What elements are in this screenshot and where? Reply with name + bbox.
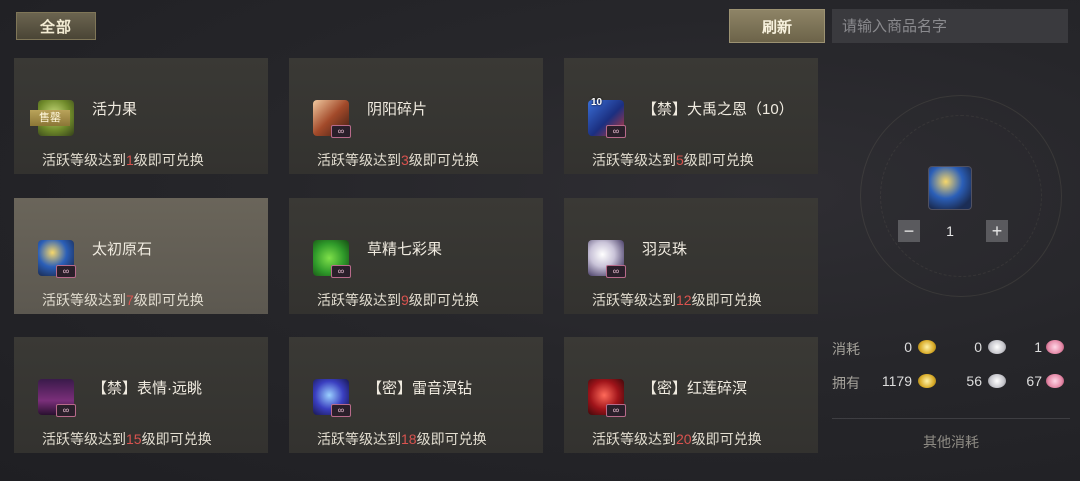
cost-gold-value: 0	[904, 339, 912, 355]
item-name: 羽灵珠	[642, 241, 688, 258]
item-card-taichu[interactable]: ∞ 太初原石 活跃等级达到7级即可兑换	[14, 198, 268, 314]
gold-coin-icon	[918, 374, 936, 388]
other-cost-label[interactable]: 其他消耗	[832, 432, 1070, 452]
item-card-dayu[interactable]: 10 ∞ 【禁】大禹之恩（10） 活跃等级达到5级即可兑换	[564, 58, 818, 174]
item-card-leiyin[interactable]: ∞ 【密】雷音溟钻 活跃等级达到18级即可兑换	[289, 337, 543, 453]
item-requirement: 活跃等级达到7级即可兑换	[42, 292, 204, 308]
quantity-value[interactable]: 1	[926, 220, 974, 242]
item-requirement: 活跃等级达到9级即可兑换	[317, 292, 479, 308]
required-level: 12	[676, 292, 692, 308]
owned-silver-value: 56	[966, 373, 982, 389]
required-level: 7	[126, 292, 134, 308]
item-requirement: 活跃等级达到5级即可兑换	[592, 152, 754, 168]
item-card-emote[interactable]: ∞ 【禁】表情·远眺 活跃等级达到15级即可兑换	[14, 337, 268, 453]
owned-gold-value: 1179	[881, 373, 912, 389]
item-quantity: 10	[591, 97, 603, 108]
cost-pink-value: 1	[1034, 339, 1042, 355]
item-card-yuling[interactable]: ∞ 羽灵珠 活跃等级达到12级即可兑换	[564, 198, 818, 314]
pearl-icon: ∞	[588, 240, 626, 278]
thunder-gem-icon: ∞	[313, 379, 351, 417]
pink-coin-icon	[1046, 340, 1064, 354]
item-requirement: 活跃等级达到12级即可兑换	[592, 292, 762, 308]
rainbow-fruit-icon: ∞	[313, 240, 351, 278]
item-name: 活力果	[92, 101, 138, 118]
tab-all[interactable]: 全部	[16, 12, 96, 40]
infinite-badge: ∞	[606, 125, 626, 138]
selected-item-preview-icon	[928, 166, 972, 210]
pink-coin-icon	[1046, 374, 1064, 388]
required-level: 3	[401, 152, 409, 168]
item-card-honglian[interactable]: ∞ 【密】红莲碎溟 活跃等级达到20级即可兑换	[564, 337, 818, 453]
infinite-badge: ∞	[331, 125, 351, 138]
item-requirement: 活跃等级达到18级即可兑换	[317, 431, 487, 447]
item-card-caojing[interactable]: ∞ 草精七彩果 活跃等级达到9级即可兑换	[289, 198, 543, 314]
item-requirement: 活跃等级达到20级即可兑换	[592, 431, 762, 447]
item-name: 草精七彩果	[367, 241, 443, 258]
item-requirement: 活跃等级达到15级即可兑换	[42, 431, 212, 447]
item-name: 【密】雷音溟钻	[367, 380, 473, 397]
item-name: 【禁】大禹之恩（10）	[642, 101, 794, 118]
required-level: 9	[401, 292, 409, 308]
emote-icon: ∞	[38, 379, 76, 417]
required-level: 15	[126, 431, 142, 447]
cost-row: 消耗 0 0 1	[832, 336, 1070, 360]
item-grid: 售罄 活力果 活跃等级达到1级即可兑换 ∞ 阴阳碎片 活跃等级达到3级即可兑换 …	[14, 58, 818, 458]
infinite-badge: ∞	[56, 265, 76, 278]
divider	[832, 418, 1070, 419]
owned-label: 拥有	[832, 375, 860, 391]
cost-silver-value: 0	[974, 339, 982, 355]
infinite-badge: ∞	[331, 404, 351, 417]
required-level: 18	[401, 431, 417, 447]
item-name: 【禁】表情·远眺	[92, 380, 202, 397]
item-requirement: 活跃等级达到3级即可兑换	[317, 152, 479, 168]
cost-label: 消耗	[832, 341, 860, 357]
shard-icon: ∞	[313, 100, 351, 138]
required-level: 1	[126, 152, 134, 168]
quantity-increase-button[interactable]: +	[986, 220, 1008, 242]
red-lotus-icon: ∞	[588, 379, 626, 417]
item-card-huoliguo[interactable]: 售罄 活力果 活跃等级达到1级即可兑换	[14, 58, 268, 174]
item-name: 太初原石	[92, 241, 153, 258]
required-level: 20	[676, 431, 692, 447]
item-requirement: 活跃等级达到1级即可兑换	[42, 152, 204, 168]
owned-pink-value: 67	[1026, 373, 1042, 389]
infinite-badge: ∞	[331, 265, 351, 278]
infinite-badge: ∞	[56, 404, 76, 417]
gold-coin-icon	[918, 340, 936, 354]
sold-out-badge: 售罄	[30, 110, 70, 126]
refresh-button[interactable]: 刷新	[729, 9, 825, 43]
item-name: 【密】红莲碎溟	[642, 380, 748, 397]
item-name: 阴阳碎片	[367, 101, 428, 118]
infinite-badge: ∞	[606, 404, 626, 417]
item-card-yinyang[interactable]: ∞ 阴阳碎片 活跃等级达到3级即可兑换	[289, 58, 543, 174]
owned-row: 拥有 1179 56 67	[832, 370, 1070, 394]
required-level: 5	[676, 152, 684, 168]
quantity-decrease-button[interactable]: −	[898, 220, 920, 242]
infinite-badge: ∞	[606, 265, 626, 278]
origin-stone-icon: ∞	[38, 240, 76, 278]
blue-scroll-icon: 10 ∞	[588, 97, 626, 138]
search-input[interactable]	[832, 9, 1068, 43]
